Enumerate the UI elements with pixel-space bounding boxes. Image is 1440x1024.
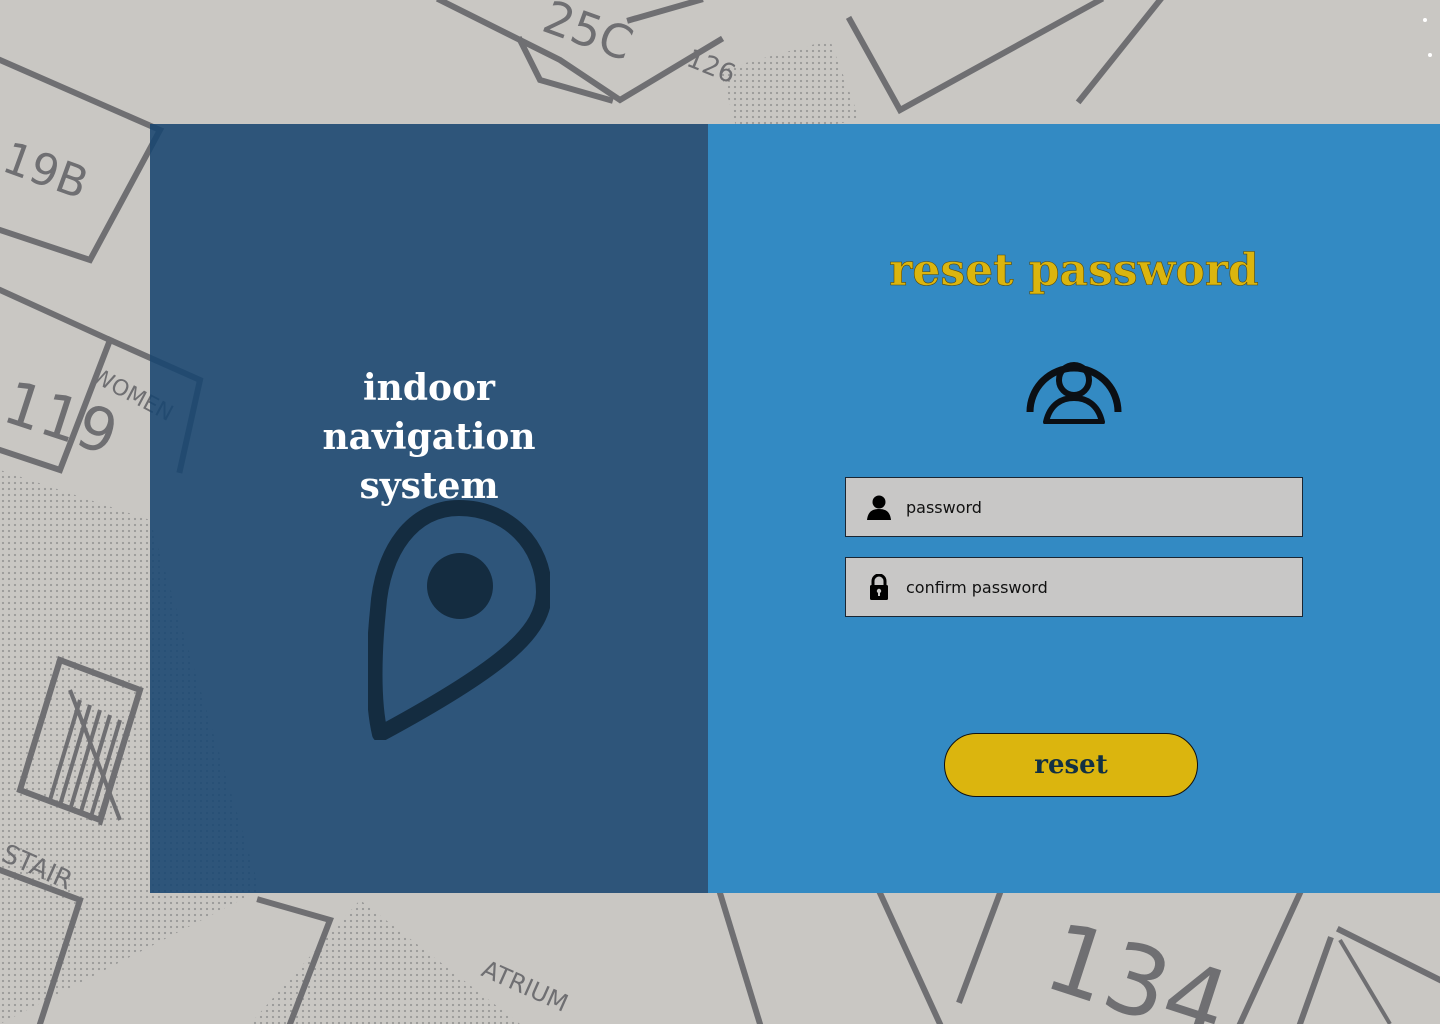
app-title: indoor navigation system [150, 364, 708, 511]
password-field[interactable] [845, 477, 1303, 537]
user-circle-icon [1026, 362, 1122, 424]
branding-panel: indoor navigation system [150, 124, 708, 893]
app-title-line: navigation [322, 416, 536, 458]
password-input[interactable] [906, 487, 1266, 527]
reset-button[interactable]: reset [944, 733, 1198, 797]
app-title-line: indoor [362, 367, 495, 409]
reset-password-panel: reset password reset [708, 124, 1440, 893]
lock-icon [866, 573, 892, 601]
confirm-password-input[interactable] [906, 567, 1266, 607]
form-title: reset password [889, 245, 1259, 297]
user-icon [866, 493, 892, 521]
confirm-password-field[interactable] [845, 557, 1303, 617]
map-pin-icon [368, 500, 550, 740]
